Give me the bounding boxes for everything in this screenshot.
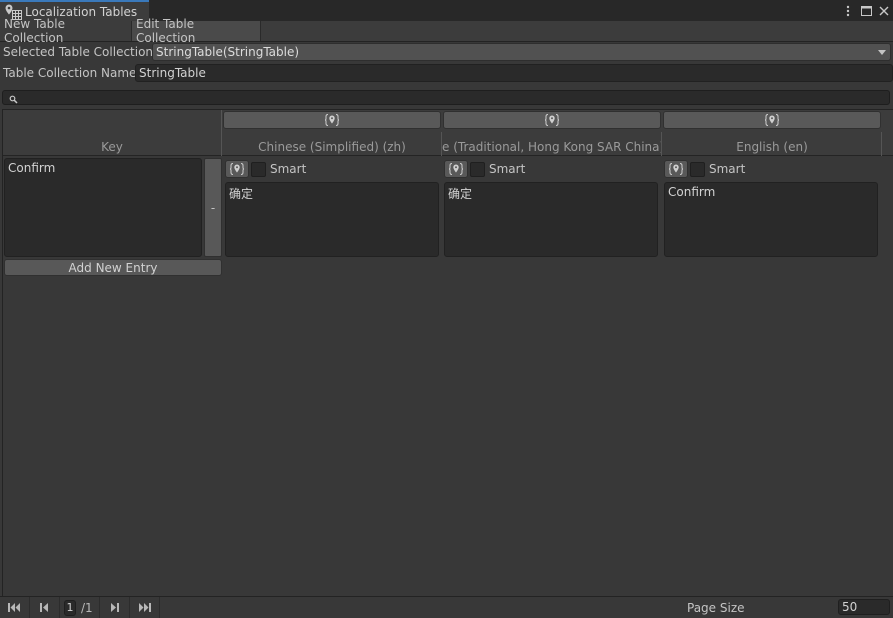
maximize-icon[interactable] [859,3,873,19]
entry-value-field[interactable]: Confirm [664,182,878,257]
selected-table-collection-label: Selected Table Collection [3,45,154,59]
pagination-footer: 1 /1 Page Size 50 [0,596,893,618]
smart-label: Smart [489,162,526,176]
search-icon [9,93,18,104]
page-size-label: Page Size [687,601,745,615]
entry-metadata-button[interactable] [444,160,468,178]
key-column-header[interactable]: Key [3,110,222,156]
entry-cell-zh: Smart 确定 [225,158,439,257]
key-field[interactable]: Confirm [4,158,202,257]
selected-table-collection-row: Selected Table Collection StringTable(St… [0,42,893,62]
column-header-en[interactable]: English (en) [662,110,882,156]
current-page-input[interactable]: 1 [64,599,76,616]
locale-metadata-icon [229,163,245,175]
search-input[interactable] [2,90,890,105]
column-separator[interactable] [881,132,882,156]
smart-checkbox[interactable] [690,161,705,177]
column-header-zh-hk[interactable]: e (Traditional, Hong Kong SAR China) ( [442,110,662,156]
entry-cell-zh-hk: Smart 确定 [444,158,658,257]
smart-label: Smart [709,162,746,176]
remove-entry-button[interactable]: - [204,158,222,257]
locale-metadata-icon [324,114,340,126]
previous-page-button[interactable] [30,597,60,618]
add-new-entry-button[interactable]: Add New Entry [4,259,222,276]
next-page-button[interactable] [100,597,130,618]
chevron-down-icon [878,50,886,55]
entry-metadata-button[interactable] [225,160,249,178]
column-header-label: Chinese (Simplified) (zh) [258,140,406,154]
locale-metadata-button[interactable] [443,111,661,129]
localization-table: Key Chinese (Simplified) (zh) e (Traditi… [2,109,893,596]
locale-metadata-icon [668,163,684,175]
entry-metadata-button[interactable] [664,160,688,178]
first-page-button[interactable] [0,597,30,618]
window-controls [841,0,893,21]
smart-checkbox[interactable] [251,161,266,177]
window-titlebar: Localization Tables [0,0,893,21]
entry-value-field[interactable]: 确定 [444,182,658,257]
new-table-collection-tab[interactable]: New Table Collection [0,17,131,45]
toolbar: New Table Collection Edit Table Collecti… [0,17,893,45]
column-header-label: e (Traditional, Hong Kong SAR China) ( [442,140,662,154]
column-header-label: English (en) [736,140,808,154]
selected-table-collection-value: StringTable(StringTable) [156,45,300,59]
locale-metadata-icon [448,163,464,175]
column-header-zh[interactable]: Chinese (Simplified) (zh) [222,110,442,156]
last-page-button[interactable] [130,597,160,618]
table-collection-name-row: Table Collection Name StringTable [0,63,893,83]
next-page-icon [110,603,119,612]
smart-label: Smart [270,162,307,176]
smart-checkbox[interactable] [470,161,485,177]
edit-table-collection-tab[interactable]: Edit Table Collection [131,17,261,45]
previous-page-icon [40,603,48,612]
table-collection-name-label: Table Collection Name [3,66,137,80]
total-pages-label: /1 [81,600,93,615]
page-indicator: 1 /1 [60,597,100,618]
last-page-icon [139,603,152,612]
table-collection-name-input[interactable]: StringTable [135,64,893,82]
page-size-input[interactable]: 50 [838,599,890,615]
locale-metadata-icon [764,114,780,126]
selected-table-collection-dropdown[interactable]: StringTable(StringTable) [152,43,891,61]
locale-metadata-button[interactable] [663,111,881,129]
locale-metadata-icon [544,114,560,126]
close-icon[interactable] [877,3,891,19]
more-options-icon[interactable] [841,3,855,19]
entry-value-field[interactable]: 确定 [225,182,439,257]
locale-metadata-button[interactable] [223,111,441,129]
first-page-icon [7,603,20,612]
key-header-label: Key [101,140,123,154]
table-header: Key Chinese (Simplified) (zh) e (Traditi… [3,110,893,156]
entry-cell-en: Smart Confirm [664,158,878,257]
